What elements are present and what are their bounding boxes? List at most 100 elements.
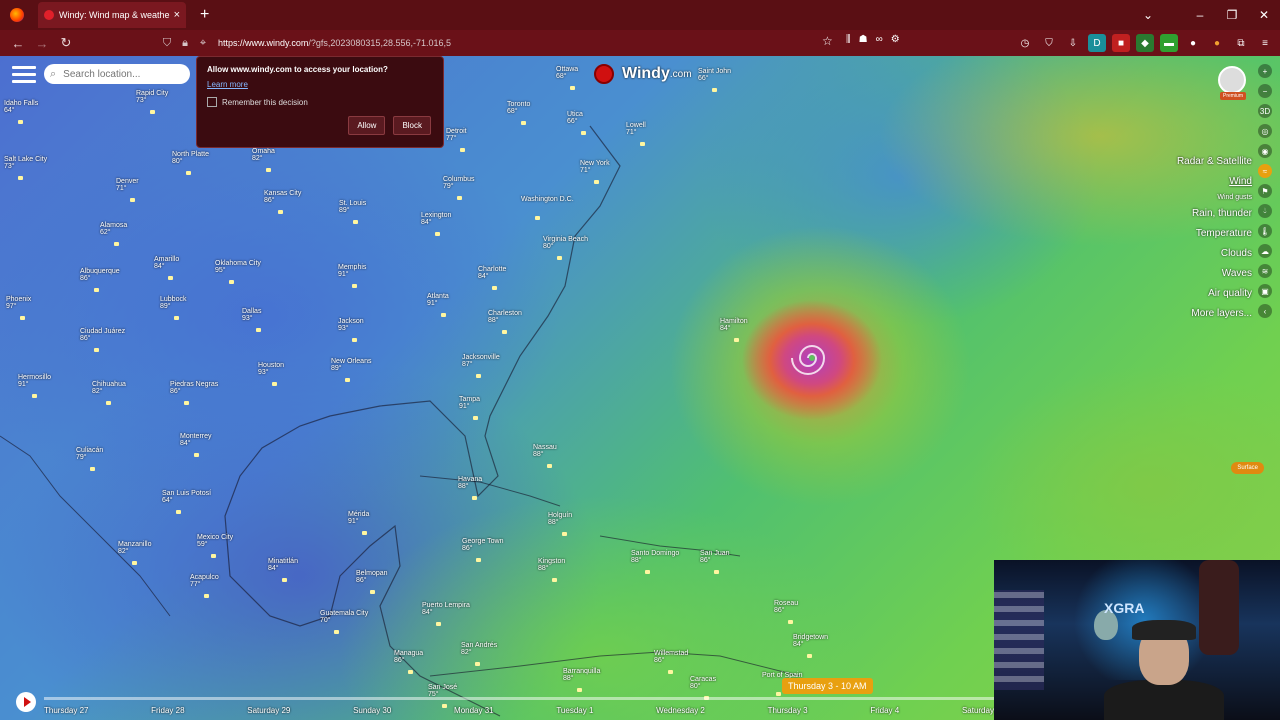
city-marker[interactable]: [150, 110, 155, 114]
city-marker[interactable]: [547, 464, 552, 468]
city-label[interactable]: Omaha 82°: [252, 148, 275, 162]
menu-icon[interactable]: ≡: [1256, 34, 1274, 52]
url-text[interactable]: https://www.windy.com/?gfs,2023080315,28…: [218, 38, 451, 48]
city-label[interactable]: Barranquilla 88°: [563, 668, 600, 682]
account-icon[interactable]: ☗: [859, 34, 868, 45]
new-tab-icon[interactable]: +: [200, 6, 209, 24]
city-marker[interactable]: [502, 330, 507, 334]
layer-item[interactable]: Wind gusts: [1177, 192, 1252, 204]
city-label[interactable]: Utica 66°: [567, 111, 583, 125]
city-marker[interactable]: [352, 338, 357, 342]
extension-icon-2[interactable]: ■: [1112, 34, 1130, 52]
city-marker[interactable]: [712, 88, 717, 92]
city-marker[interactable]: [581, 131, 586, 135]
city-label[interactable]: San Andrés 82°: [461, 642, 497, 656]
timeline-day[interactable]: Friday 4: [870, 706, 899, 715]
wind-icon[interactable]: ≈: [1258, 164, 1272, 178]
search-box[interactable]: ⌕: [44, 64, 190, 84]
city-label[interactable]: Culiacán 79°: [76, 447, 103, 461]
city-label[interactable]: Amarillo 84°: [154, 256, 179, 270]
city-label[interactable]: New Orleans 89°: [331, 358, 371, 372]
zoom-out-icon[interactable]: −: [1258, 84, 1272, 98]
city-label[interactable]: Lexington 84°: [421, 212, 451, 226]
extension-icon-3[interactable]: ◆: [1136, 34, 1154, 52]
city-label[interactable]: Belmopan 86°: [356, 570, 388, 584]
city-label[interactable]: New York 71°: [580, 160, 610, 174]
city-marker[interactable]: [562, 532, 567, 536]
city-label[interactable]: Denver 71°: [116, 178, 139, 192]
waves-icon[interactable]: ≋: [1258, 264, 1272, 278]
city-label[interactable]: Piedras Negras 86°: [170, 381, 218, 395]
city-label[interactable]: Lowell 71°: [626, 122, 646, 136]
timeline-day[interactable]: Saturday 29: [247, 706, 290, 715]
city-label[interactable]: Holguín 88°: [548, 512, 572, 526]
city-label[interactable]: Mexico City 59°: [197, 534, 233, 548]
city-label[interactable]: Mérida 91°: [348, 511, 369, 525]
timeline-day[interactable]: Wednesday 2: [656, 706, 705, 715]
timeline-day[interactable]: Tuesday 1: [556, 706, 593, 715]
city-marker[interactable]: [457, 196, 462, 200]
timeline-day[interactable]: Thursday 3: [768, 706, 808, 715]
3d-icon[interactable]: 3D: [1258, 104, 1272, 118]
timeline-track[interactable]: [44, 697, 994, 700]
library-icon[interactable]: ⫼: [846, 34, 851, 45]
city-label[interactable]: Chihuahua 82°: [92, 381, 126, 395]
location-permission-icon[interactable]: ⌖: [194, 37, 212, 50]
city-label[interactable]: Rapid City 73°: [136, 90, 168, 104]
city-label[interactable]: Memphis 91°: [338, 264, 366, 278]
more-layers-icon[interactable]: ‹: [1258, 304, 1272, 318]
city-marker[interactable]: [282, 578, 287, 582]
windy-logo[interactable]: Windy .com: [594, 64, 692, 84]
city-marker[interactable]: [472, 496, 477, 500]
city-label[interactable]: Phoenix 97°: [6, 296, 31, 310]
timeline-day[interactable]: Sunday 30: [353, 706, 391, 715]
city-label[interactable]: Manzanillo 82°: [118, 541, 151, 555]
city-label[interactable]: Ottawa 68°: [556, 66, 578, 80]
city-marker[interactable]: [362, 531, 367, 535]
city-marker[interactable]: [130, 198, 135, 202]
radar-icon[interactable]: ◉: [1258, 144, 1272, 158]
city-label[interactable]: St. Louis 89°: [339, 200, 366, 214]
city-marker[interactable]: [476, 558, 481, 562]
time-indicator[interactable]: Thursday 3 - 10 AM: [782, 678, 873, 694]
city-marker[interactable]: [460, 148, 465, 152]
minimize-icon[interactable]: –: [1184, 8, 1216, 22]
city-marker[interactable]: [734, 338, 739, 342]
city-label[interactable]: Atlanta 91°: [427, 293, 449, 307]
city-marker[interactable]: [106, 401, 111, 405]
city-label[interactable]: Washington D.C.: [521, 196, 574, 203]
city-marker[interactable]: [266, 168, 271, 172]
restore-icon[interactable]: ❐: [1216, 8, 1248, 22]
cloud-icon[interactable]: ☁: [1258, 244, 1272, 258]
city-marker[interactable]: [557, 256, 562, 260]
city-marker[interactable]: [435, 232, 440, 236]
city-marker[interactable]: [535, 216, 540, 220]
city-marker[interactable]: [570, 86, 575, 90]
timeline-day[interactable]: Friday 28: [151, 706, 184, 715]
user-avatar[interactable]: [1218, 66, 1246, 94]
block-button[interactable]: Block: [393, 116, 431, 135]
city-marker[interactable]: [194, 453, 199, 457]
city-label[interactable]: Jacksonville 87°: [462, 354, 500, 368]
city-label[interactable]: Lubbock 89°: [160, 296, 186, 310]
city-marker[interactable]: [94, 288, 99, 292]
reload-icon[interactable]: ↻: [54, 35, 78, 51]
city-label[interactable]: Bridgetown 84°: [793, 634, 828, 648]
city-marker[interactable]: [211, 554, 216, 558]
city-label[interactable]: Santo Domingo 88°: [631, 550, 679, 564]
city-marker[interactable]: [184, 401, 189, 405]
back-icon[interactable]: ←: [6, 36, 30, 51]
timeline-day[interactable]: Thursday 27: [44, 706, 88, 715]
bookmark-star-icon[interactable]: ☆: [822, 34, 833, 48]
city-marker[interactable]: [174, 316, 179, 320]
city-label[interactable]: George Town 86°: [462, 538, 504, 552]
city-marker[interactable]: [807, 654, 812, 658]
remember-checkbox[interactable]: [207, 97, 217, 107]
city-marker[interactable]: [552, 578, 557, 582]
city-marker[interactable]: [345, 378, 350, 382]
city-label[interactable]: Acapulco 77°: [190, 574, 219, 588]
city-label[interactable]: Guatemala City 70°: [320, 610, 368, 624]
city-marker[interactable]: [32, 394, 37, 398]
close-tab-icon[interactable]: ×: [174, 9, 180, 21]
city-marker[interactable]: [370, 590, 375, 594]
